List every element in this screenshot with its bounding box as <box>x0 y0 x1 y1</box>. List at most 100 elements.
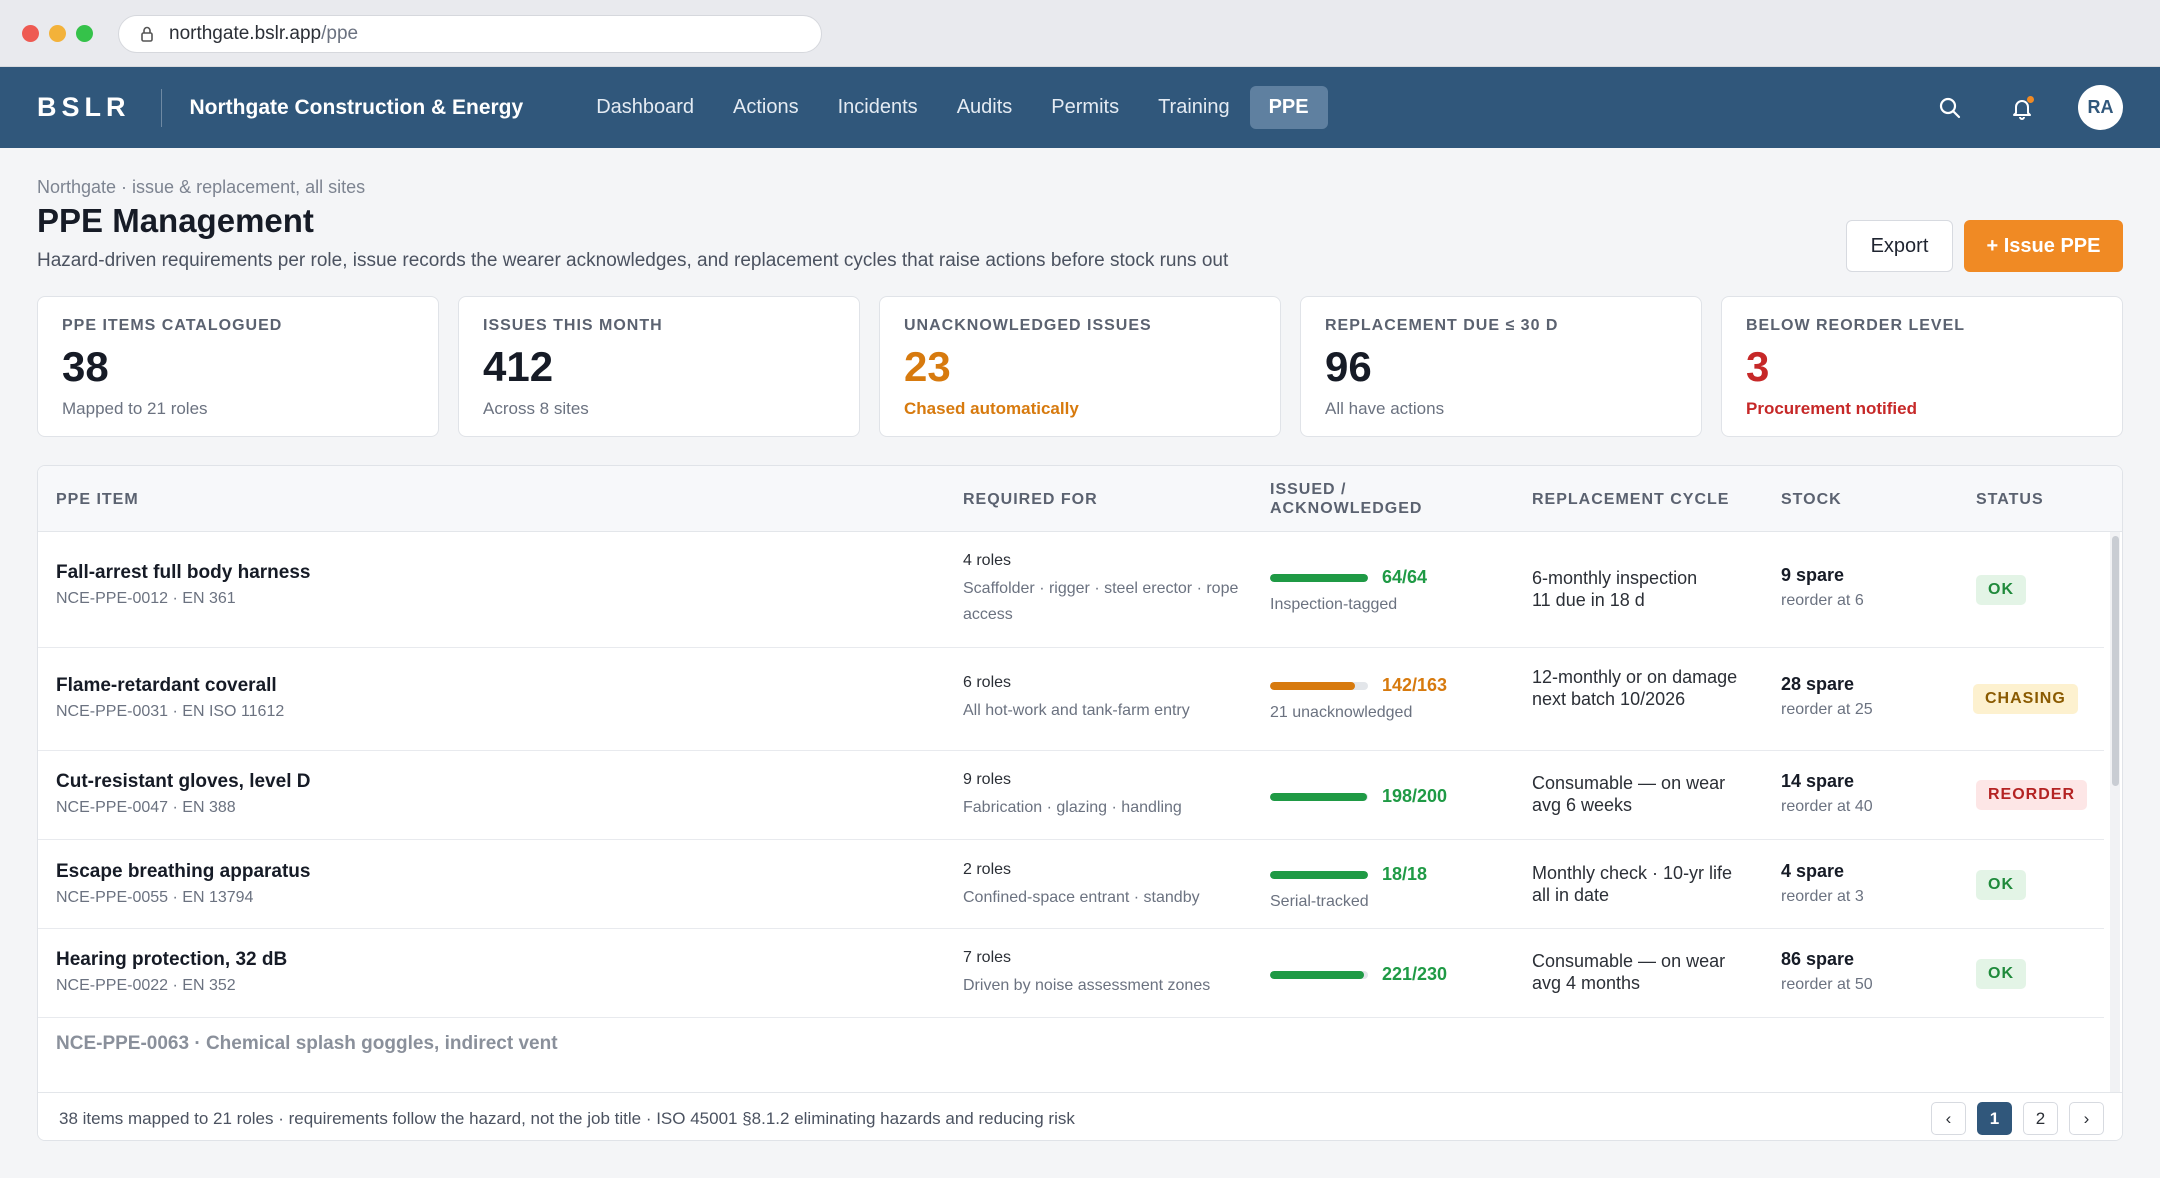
col-status[interactable]: STATUS <box>1976 490 2044 509</box>
org-name: Northgate Construction & Energy <box>189 95 524 119</box>
ack-progress-bar <box>1270 970 1368 979</box>
ack-progress-fill <box>1270 792 1368 801</box>
stock-cell: 28 spare reorder at 25 <box>1781 674 1873 719</box>
next-page-button[interactable]: › <box>2069 1102 2104 1135</box>
main-nav: Dashboard Actions Incidents Audits Permi… <box>577 86 1328 129</box>
page-1-button[interactable]: 1 <box>1977 1102 2012 1135</box>
nav-permits[interactable]: Permits <box>1032 86 1138 129</box>
reorder-level: reorder at 50 <box>1781 976 1873 993</box>
required-cell: 2 roles Confined-space entrant · standby <box>963 861 1243 911</box>
prev-page-button[interactable]: ‹ <box>1931 1102 1966 1135</box>
address-bar[interactable]: northgate.bslr.app/ppe <box>118 15 822 53</box>
kpi-issues-month[interactable]: ISSUES THIS MONTH 412 Across 8 sites <box>458 296 860 437</box>
ack-progress-fill <box>1270 681 1356 690</box>
close-window-button[interactable] <box>22 25 39 42</box>
item-name[interactable]: Escape breathing apparatus <box>56 861 310 883</box>
issued-cell: 18/18 Serial-tracked <box>1270 864 1427 911</box>
page-2-button[interactable]: 2 <box>2023 1102 2058 1135</box>
roles-count: 4 roles <box>963 552 1012 569</box>
item-code: NCE-PPE-0022 · EN 352 <box>56 977 236 994</box>
kpi-row: PPE ITEMS CATALOGUED 38 Mapped to 21 rol… <box>37 296 2123 437</box>
issued-count: 64/64 <box>1382 567 1428 587</box>
cycle-line2: avg 6 weeks <box>1532 795 1633 815</box>
kpi-label: UNACKNOWLEDGED ISSUES <box>904 317 1152 334</box>
table-row[interactable]: Fall-arrest full body harness NCE-PPE-00… <box>38 532 2104 648</box>
table-row[interactable]: Cut-resistant gloves, level D NCE-PPE-00… <box>38 751 2104 840</box>
col-stock[interactable]: STOCK <box>1781 490 1842 509</box>
lock-icon <box>141 26 153 42</box>
roles-list: Confined-space entrant · standby <box>963 889 1200 906</box>
ack-progress-bar <box>1270 681 1368 690</box>
issued-count: 142/163 <box>1382 675 1448 695</box>
kpi-replacement-due[interactable]: REPLACEMENT DUE ≤ 30 D 96 All have actio… <box>1300 296 1702 437</box>
notification-dot <box>2027 95 2034 103</box>
kpi-value: 96 <box>1325 343 1372 390</box>
item-cell: Cut-resistant gloves, level D NCE-PPE-00… <box>56 771 310 817</box>
stock-cell: 86 spare reorder at 50 <box>1781 949 1873 994</box>
table-row[interactable]: Hearing protection, 32 dB NCE-PPE-0022 ·… <box>38 929 2104 1018</box>
item-name[interactable]: Flame-retardant coverall <box>56 675 284 697</box>
col-issued[interactable]: ISSUED / ACKNOWLEDGED <box>1270 480 1422 518</box>
page-title: PPE Management <box>37 202 314 239</box>
kpi-unacknowledged[interactable]: UNACKNOWLEDGED ISSUES 23 Chased automati… <box>879 296 1281 437</box>
item-name[interactable]: Cut-resistant gloves, level D <box>56 771 310 793</box>
maximize-window-button[interactable] <box>76 25 93 42</box>
roles-count: 9 roles <box>963 771 1012 788</box>
kpi-items-catalogued[interactable]: PPE ITEMS CATALOGUED 38 Mapped to 21 rol… <box>37 296 439 437</box>
breadcrumb[interactable]: Northgate · issue & replacement, all sit… <box>37 177 365 198</box>
stock-spare: 28 spare <box>1781 674 1855 694</box>
cycle-cell: 12-monthly or on damage next batch 10/20… <box>1532 666 1752 710</box>
brand-logo[interactable]: BSLR <box>37 92 131 123</box>
kpi-note: Procurement notified <box>1746 399 1917 418</box>
minimize-window-button[interactable] <box>49 25 66 42</box>
nav-training[interactable]: Training <box>1139 86 1249 129</box>
col-replacement-cycle[interactable]: REPLACEMENT CYCLE <box>1532 490 1729 509</box>
col-required-for[interactable]: REQUIRED FOR <box>963 490 1098 509</box>
ppe-table: PPE ITEM REQUIRED FOR ISSUED / ACKNOWLED… <box>37 465 2123 1141</box>
browser-chrome: northgate.bslr.app/ppe <box>0 0 2160 67</box>
issued-cell: 142/163 21 unacknowledged <box>1270 675 1447 722</box>
issued-count: 198/200 <box>1382 786 1448 806</box>
export-button[interactable]: Export <box>1846 220 1953 272</box>
roles-count: 6 roles <box>963 674 1012 691</box>
kpi-value: 38 <box>62 343 109 390</box>
kpi-note: Mapped to 21 roles <box>62 399 208 418</box>
roles-list: Scaffolder · rigger · steel erector · ro… <box>963 580 1239 623</box>
item-name[interactable]: Fall-arrest full body harness <box>56 562 310 584</box>
table-row-partial[interactable]: NCE-PPE-0063 · Chemical splash goggles, … <box>56 1033 558 1055</box>
table-footer: 38 items mapped to 21 roles · requiremen… <box>38 1092 2122 1140</box>
stock-spare: 9 spare <box>1781 565 1845 585</box>
ack-progress-bar <box>1270 573 1368 582</box>
kpi-value: 412 <box>483 343 554 390</box>
ack-progress-fill <box>1270 573 1368 582</box>
nav-actions[interactable]: Actions <box>714 86 818 129</box>
page-subtitle: Hazard-driven requirements per role, iss… <box>37 250 1229 271</box>
required-cell: 9 roles Fabrication · glazing · handling <box>963 771 1243 821</box>
item-name[interactable]: Hearing protection, 32 dB <box>56 949 287 971</box>
item-cell: Hearing protection, 32 dB NCE-PPE-0022 ·… <box>56 949 287 995</box>
table-scrollbar-thumb[interactable] <box>2112 536 2119 786</box>
stock-spare: 14 spare <box>1781 771 1855 791</box>
issue-ppe-button[interactable]: + Issue PPE <box>1964 220 2123 272</box>
status-badge: OK <box>1976 870 2026 900</box>
nav-audits[interactable]: Audits <box>938 86 1032 129</box>
required-cell: 4 roles Scaffolder · rigger · steel erec… <box>963 552 1243 628</box>
nav-dashboard[interactable]: Dashboard <box>577 86 713 129</box>
kpi-below-reorder[interactable]: BELOW REORDER LEVEL 3 Procurement notifi… <box>1721 296 2123 437</box>
avatar[interactable]: RA <box>2078 85 2123 130</box>
col-ppe-item[interactable]: PPE ITEM <box>56 490 139 509</box>
required-cell: 7 roles Driven by noise assessment zones <box>963 949 1263 999</box>
nav-ppe[interactable]: PPE <box>1249 86 1328 129</box>
issued-count: 221/230 <box>1382 964 1448 984</box>
cycle-line2: next batch 10/2026 <box>1532 689 1686 709</box>
table-row[interactable]: Escape breathing apparatus NCE-PPE-0055 … <box>38 840 2104 929</box>
cycle-line1: 6-monthly inspection <box>1532 568 1698 588</box>
search-icon[interactable] <box>1936 94 1964 122</box>
item-code: NCE-PPE-0047 · EN 388 <box>56 799 236 816</box>
cycle-cell: 6-monthly inspection 11 due in 18 d <box>1532 567 1697 611</box>
nav-incidents[interactable]: Incidents <box>819 86 937 129</box>
table-row[interactable]: Flame-retardant coverall NCE-PPE-0031 · … <box>38 648 2104 751</box>
pagination: ‹ 1 2 › <box>1931 1102 2104 1135</box>
item-cell: Flame-retardant coverall NCE-PPE-0031 · … <box>56 675 284 721</box>
notifications-button[interactable] <box>2008 94 2036 122</box>
